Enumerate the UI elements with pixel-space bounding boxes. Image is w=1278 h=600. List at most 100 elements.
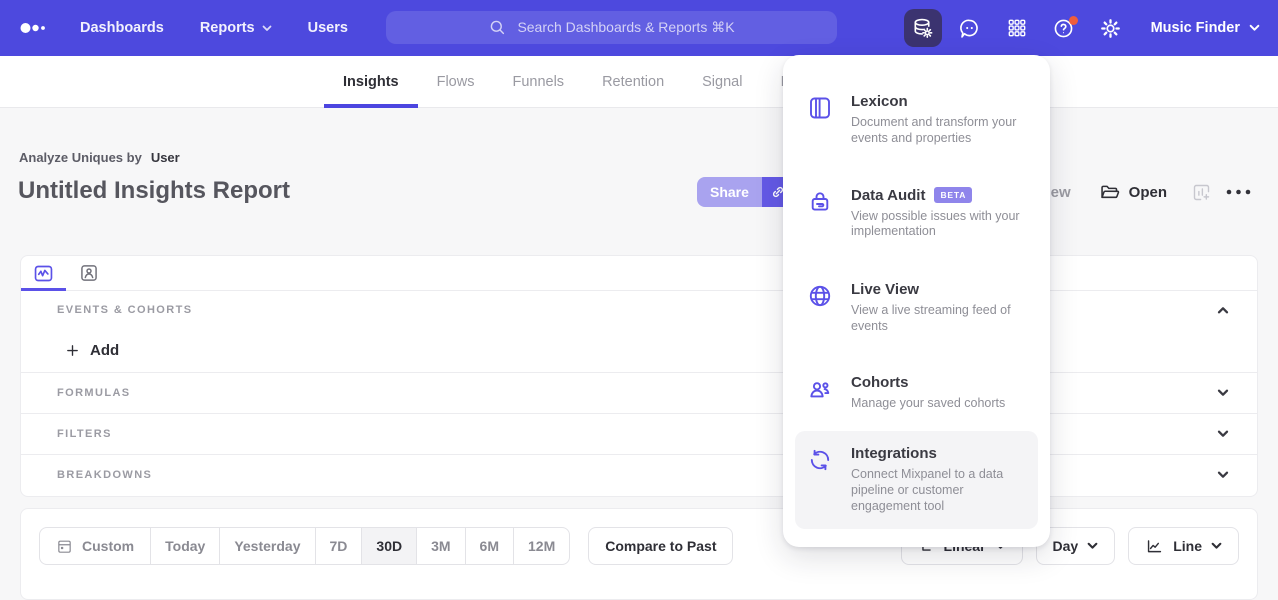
nav-item-users[interactable]: Users — [308, 20, 348, 36]
menu-item-data-audit[interactable]: Data Audit BETA View possible issues wit… — [795, 177, 1038, 251]
apps-grid-button[interactable] — [998, 9, 1036, 47]
menu-item-body: Lexicon Document and transform your even… — [851, 93, 1033, 147]
report-title[interactable]: Untitled Insights Report — [18, 177, 290, 205]
tab-retention[interactable]: Retention — [583, 56, 683, 108]
global-search-input[interactable]: Search Dashboards & Reports ⌘K — [386, 11, 837, 44]
gear-icon — [1099, 17, 1122, 40]
speech-bubble-icon — [958, 17, 981, 40]
range-label: Today — [165, 538, 205, 554]
menu-item-body: Cohorts Manage your saved cohorts — [851, 374, 1033, 412]
section-filters[interactable]: FILTERS — [21, 413, 1257, 454]
add-to-dashboard-button[interactable] — [1191, 182, 1212, 203]
range-12m[interactable]: 12M — [513, 528, 569, 564]
menu-item-description: Connect Mixpanel to a data pipeline or c… — [851, 467, 1033, 514]
analysis-entity-selector[interactable]: User — [151, 150, 180, 165]
cohorts-people-icon — [807, 374, 834, 412]
section-label: FORMULAS — [57, 387, 131, 399]
tab-label: Insights — [343, 74, 399, 90]
tab-users-view[interactable] — [66, 256, 111, 290]
more-options-button[interactable] — [1225, 187, 1252, 197]
chart-toolbar: Custom Today Yesterday 7D 30D 3M 6M 12M … — [20, 508, 1258, 600]
three-dots-icon — [1225, 187, 1252, 197]
globe-icon — [807, 281, 834, 335]
tab-funnels[interactable]: Funnels — [493, 56, 583, 108]
query-builder-tabs — [21, 256, 1257, 291]
report-tabs-bar: Insights Flows Funnels Retention Signal … — [0, 56, 1278, 108]
chevron-down-icon — [1211, 542, 1222, 550]
range-label: 3M — [431, 538, 450, 554]
menu-item-integrations[interactable]: Integrations Connect Mixpanel to a data … — [795, 431, 1038, 528]
compare-to-past-button[interactable]: Compare to Past — [588, 527, 733, 565]
folder-icon — [1099, 182, 1120, 203]
chevron-down-icon — [1217, 430, 1229, 438]
integrations-sync-icon — [807, 445, 834, 514]
tab-label: Retention — [602, 74, 664, 90]
open-label: Open — [1129, 184, 1167, 201]
nav-links: Dashboards Reports Users — [80, 20, 348, 36]
section-formulas[interactable]: FORMULAS — [21, 372, 1257, 413]
range-custom[interactable]: Custom — [40, 528, 150, 564]
nav-item-reports[interactable]: Reports — [200, 20, 272, 36]
date-range-control: Custom Today Yesterday 7D 30D 3M 6M 12M — [39, 527, 570, 565]
section-breakdowns[interactable]: BREAKDOWNS — [21, 454, 1257, 495]
beta-badge: BETA — [934, 187, 972, 203]
data-management-button[interactable] — [904, 9, 942, 47]
range-label: 12M — [528, 538, 555, 554]
range-6m[interactable]: 6M — [465, 528, 513, 564]
report-tabs: Insights Flows Funnels Retention Signal … — [324, 56, 843, 108]
nav-item-label: Dashboards — [80, 20, 164, 36]
tab-events-view[interactable] — [21, 256, 66, 290]
share-label: Share — [710, 184, 749, 200]
section-label: BREAKDOWNS — [57, 469, 152, 481]
project-name: Music Finder — [1151, 20, 1240, 36]
menu-item-cohorts[interactable]: Cohorts Manage your saved cohorts — [795, 364, 1038, 422]
tab-label: Funnels — [512, 74, 564, 90]
lexicon-book-icon — [807, 93, 834, 147]
open-report-button[interactable]: Open — [1099, 182, 1167, 203]
notification-dot — [1069, 16, 1078, 25]
nav-item-label: Reports — [200, 20, 255, 36]
nav-item-label: Users — [308, 20, 348, 36]
menu-item-body: Live View View a live streaming feed of … — [851, 281, 1033, 335]
share-split-button: Share — [697, 177, 794, 207]
range-label: Custom — [82, 538, 134, 554]
range-today[interactable]: Today — [150, 528, 219, 564]
tab-flows[interactable]: Flows — [418, 56, 494, 108]
section-events-cohorts[interactable]: EVENTS & COHORTS — [21, 291, 1257, 328]
data-audit-lock-icon — [807, 187, 834, 241]
menu-item-live-view[interactable]: Live View View a live streaming feed of … — [795, 271, 1038, 345]
chevron-up-icon — [1217, 306, 1229, 314]
menu-item-lexicon[interactable]: Lexicon Document and transform your even… — [795, 83, 1038, 157]
menu-item-title: Lexicon — [851, 93, 1033, 110]
chevron-down-icon — [262, 25, 272, 32]
project-switcher[interactable]: Music Finder — [1151, 20, 1260, 36]
help-button[interactable] — [1045, 9, 1083, 47]
data-management-dropdown: Lexicon Document and transform your even… — [783, 55, 1050, 547]
line-chart-icon — [1145, 537, 1164, 556]
menu-item-body: Integrations Connect Mixpanel to a data … — [851, 445, 1033, 514]
report-subtitle: Analyze Uniques byUser — [19, 150, 180, 165]
share-button[interactable]: Share — [697, 177, 762, 207]
range-7d[interactable]: 7D — [315, 528, 362, 564]
header-actions: New Open — [1040, 177, 1252, 207]
range-label: 30D — [376, 538, 402, 554]
range-30d[interactable]: 30D — [361, 528, 416, 564]
range-yesterday[interactable]: Yesterday — [219, 528, 314, 564]
tab-signal[interactable]: Signal — [683, 56, 761, 108]
range-3m[interactable]: 3M — [416, 528, 464, 564]
chart-type-dropdown[interactable]: Line — [1128, 527, 1239, 565]
chevron-down-icon — [1217, 471, 1229, 479]
settings-button[interactable] — [1092, 9, 1130, 47]
section-label: FILTERS — [57, 428, 112, 440]
menu-item-description: View a live streaming feed of events — [851, 303, 1033, 335]
search-icon — [488, 18, 507, 37]
menu-item-title: Integrations — [851, 445, 1033, 462]
feedback-button[interactable] — [951, 9, 989, 47]
tab-insights[interactable]: Insights — [324, 56, 418, 108]
mixpanel-logo-icon[interactable] — [20, 16, 52, 40]
navbar-right-cluster: Music Finder — [904, 0, 1260, 56]
nav-item-dashboards[interactable]: Dashboards — [80, 20, 164, 36]
add-event-button[interactable]: Add — [65, 342, 119, 359]
top-navbar: Dashboards Reports Users Search Dashboar… — [0, 0, 1278, 56]
menu-item-title: Cohorts — [851, 374, 1033, 391]
